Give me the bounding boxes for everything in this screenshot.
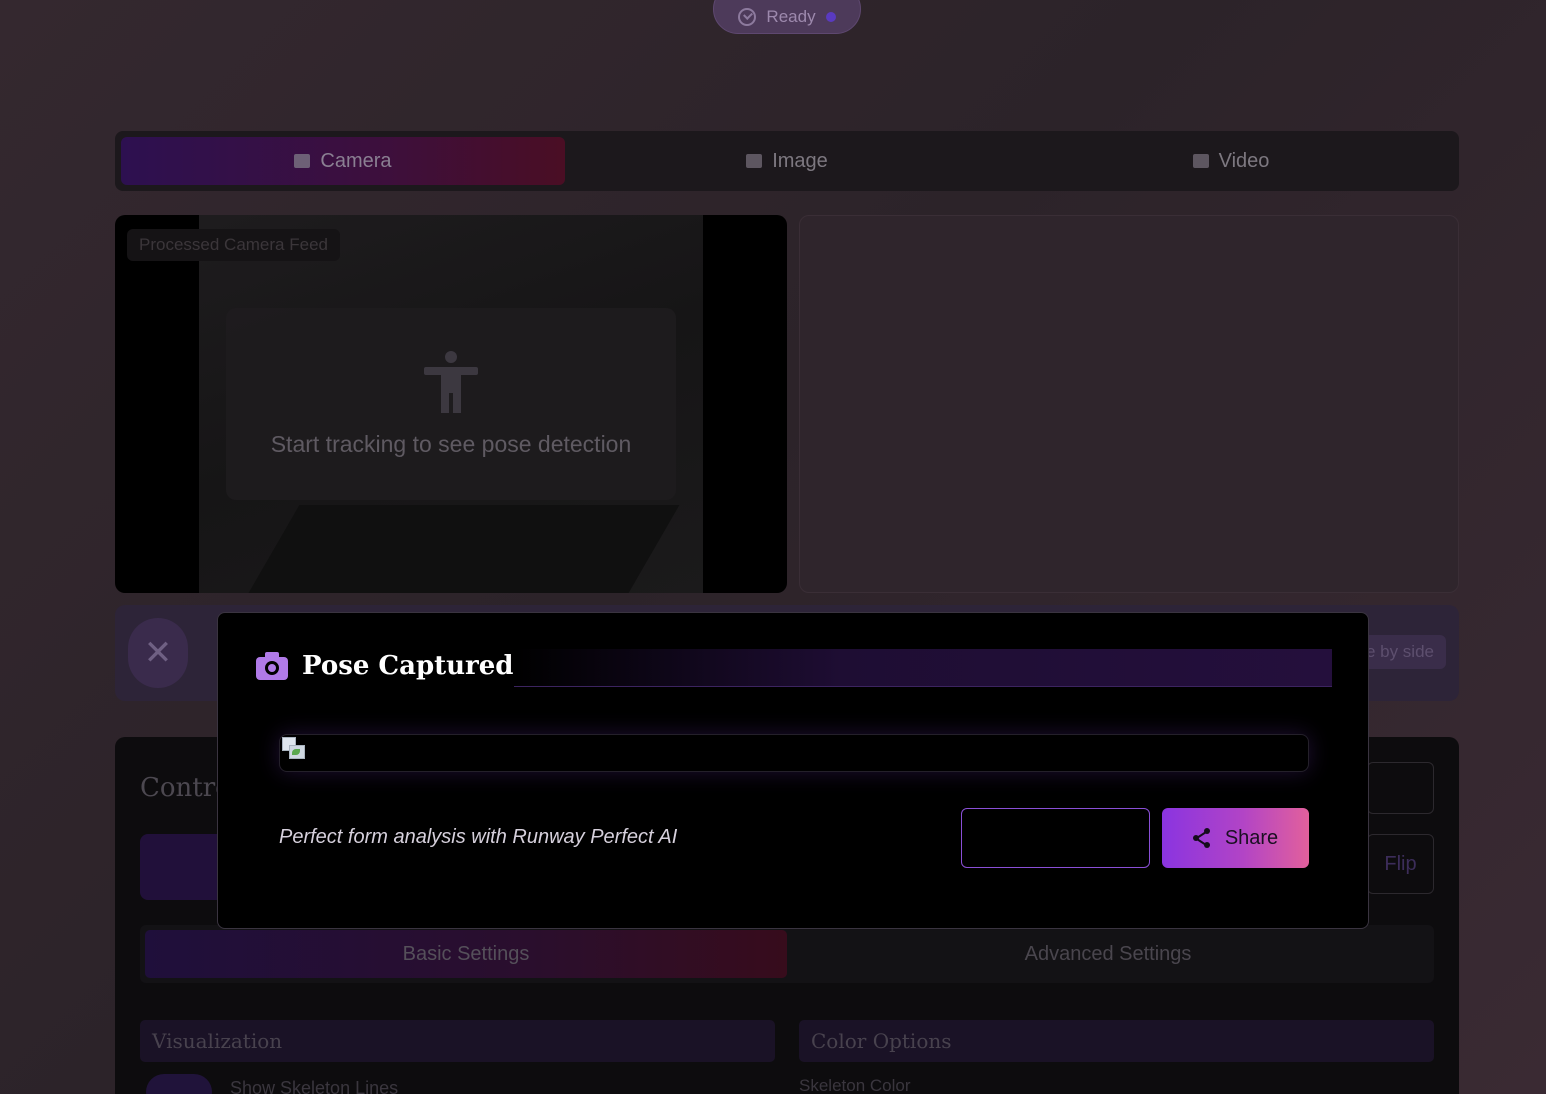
- camera-feed-label: Processed Camera Feed: [127, 229, 340, 261]
- tab-video[interactable]: Video: [1009, 137, 1453, 185]
- modal-header: Pose Captured: [256, 651, 513, 681]
- mode-tabs: Camera Image Video: [115, 131, 1459, 191]
- share-label: Share: [1224, 826, 1279, 849]
- tab-image-label: Image: [772, 149, 828, 172]
- modal-caption: Perfect form analysis with Runway Perfec…: [279, 826, 678, 848]
- status-dot: [825, 12, 836, 22]
- close-button[interactable]: ✕: [128, 618, 188, 688]
- status-pill: Ready: [713, 0, 861, 34]
- tab-camera-label: Camera: [320, 149, 392, 172]
- close-icon: ✕: [143, 634, 173, 672]
- camera-panel: Processed Camera Feed Start tracking to …: [115, 215, 787, 593]
- accessibility-person-icon: [424, 350, 478, 413]
- video-camera-icon: [294, 154, 311, 168]
- color-options-heading: Color Options: [799, 1020, 1434, 1062]
- tab-video-label: Video: [1218, 149, 1270, 172]
- pose-captured-modal: Pose Captured Perfect form analysis with…: [217, 612, 1369, 929]
- share-button[interactable]: Share: [1162, 808, 1309, 868]
- control-select[interactable]: [1367, 762, 1434, 814]
- flip-button[interactable]: Flip: [1367, 834, 1434, 894]
- modal-header-accent: [514, 649, 1332, 687]
- settings-tabs: Basic Settings Advanced Settings: [140, 925, 1434, 983]
- results-panel: [799, 215, 1459, 593]
- download-button[interactable]: [961, 808, 1150, 868]
- skeleton-lines-toggle[interactable]: [146, 1074, 212, 1094]
- show-skeleton-lines-label: Show Skeleton Lines: [230, 1078, 399, 1094]
- status-label: Ready: [766, 7, 816, 26]
- tab-image[interactable]: Image: [565, 137, 1009, 185]
- pose-placeholder: Start tracking to see pose detection: [226, 308, 676, 500]
- camera-icon: [256, 652, 288, 680]
- placeholder-text: Start tracking to see pose detection: [270, 430, 632, 457]
- share-icon: [1192, 828, 1211, 848]
- image-icon: [746, 154, 763, 168]
- tab-basic-settings[interactable]: Basic Settings: [145, 930, 787, 978]
- visualization-heading: Visualization: [140, 1020, 775, 1062]
- skeleton-color-label: Skeleton Color: [799, 1076, 911, 1094]
- captured-image-frame: [279, 734, 1309, 772]
- tab-camera[interactable]: Camera: [121, 137, 565, 185]
- feed-shadow-shape: [218, 505, 680, 593]
- tab-advanced-settings[interactable]: Advanced Settings: [787, 930, 1429, 978]
- broken-image-icon: [282, 737, 306, 759]
- modal-title: Pose Captured: [302, 651, 514, 681]
- film-icon: [1192, 154, 1209, 168]
- check-circle-icon: [738, 8, 757, 26]
